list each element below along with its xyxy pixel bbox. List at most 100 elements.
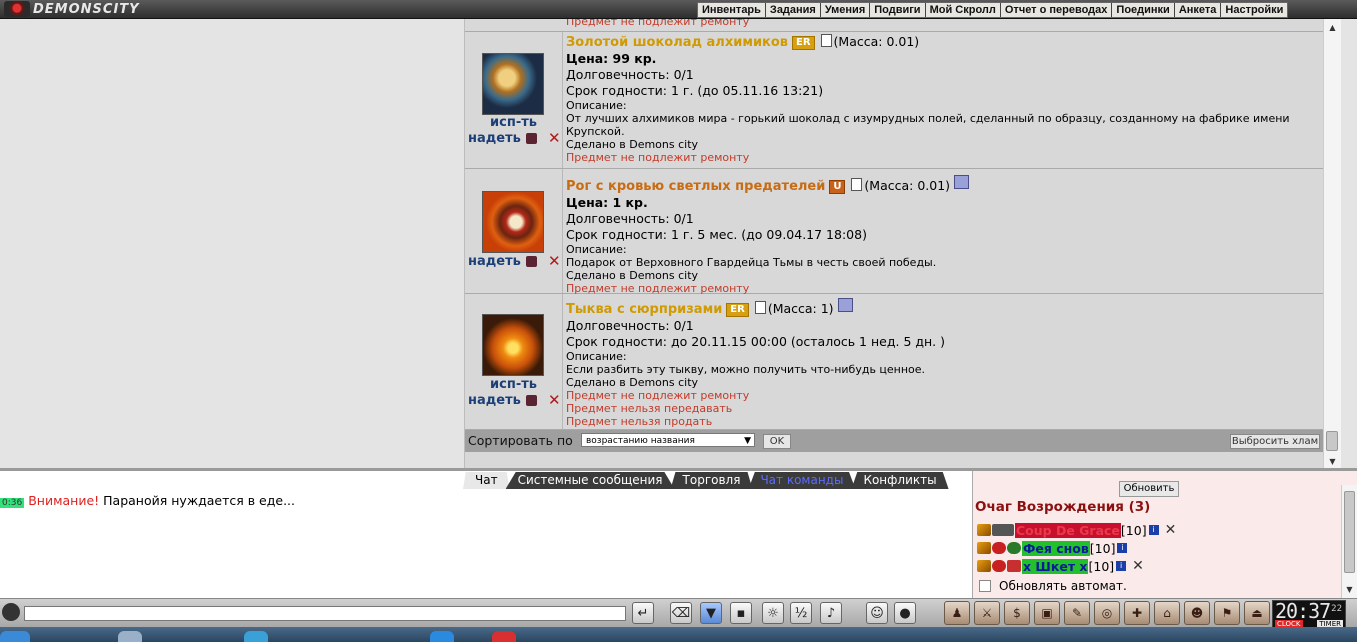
house-icon[interactable]: ⌂ bbox=[1154, 601, 1180, 625]
faction-icon bbox=[992, 560, 1006, 572]
player-level: [10] bbox=[1088, 558, 1115, 574]
delete-icon[interactable]: ✕ bbox=[548, 129, 561, 147]
taskbar-app-icon[interactable] bbox=[244, 631, 268, 642]
flag-icon[interactable]: ⚑ bbox=[1214, 601, 1240, 625]
menu-settings[interactable]: Настройки bbox=[1221, 3, 1287, 17]
exit-icon[interactable]: ⏏ bbox=[1244, 601, 1270, 625]
item-desc-label: Описание: bbox=[566, 350, 627, 363]
shirt-icon bbox=[526, 256, 537, 267]
shield-icon[interactable] bbox=[1007, 560, 1021, 572]
inventory-area: Предмет не подлежит ремонту исп-ть надет… bbox=[0, 19, 1341, 468]
crown-icon bbox=[977, 542, 991, 554]
filter-icon[interactable]: ▼ bbox=[700, 602, 722, 624]
top-bar: DEMONSCITY Инвентарь Задания Умения Подв… bbox=[0, 0, 1357, 19]
walk-icon[interactable]: ☼ bbox=[762, 602, 784, 624]
auto-refresh-option[interactable]: Обновлять автомат. bbox=[979, 579, 1127, 593]
logo-text: DEMONSCITY bbox=[33, 1, 140, 17]
menu-my-scroll[interactable]: Мой Скролл bbox=[926, 3, 1001, 17]
tab-conflicts[interactable]: Конфликты bbox=[851, 472, 949, 489]
close-icon[interactable]: ✕ bbox=[1132, 558, 1144, 574]
menu-inventory[interactable]: Инвентарь bbox=[698, 3, 766, 17]
scroll-down-icon[interactable]: ▼ bbox=[1324, 457, 1341, 466]
panel-scrollbar[interactable]: ▼ bbox=[1341, 485, 1357, 598]
menu-achievements[interactable]: Подвиги bbox=[870, 3, 926, 17]
player-name[interactable]: Фея снов bbox=[1022, 540, 1090, 556]
info-icon[interactable]: i bbox=[1117, 543, 1128, 553]
item-badge: U bbox=[829, 180, 846, 194]
item-name[interactable]: Тыква с сюрпризами bbox=[566, 302, 722, 317]
smiley-chat-icon[interactable] bbox=[2, 603, 20, 621]
bag-icon[interactable]: ♟ bbox=[944, 601, 970, 625]
menu-quests[interactable]: Задания bbox=[766, 3, 821, 17]
use-button[interactable]: исп-ть bbox=[465, 115, 562, 130]
money-bag-icon[interactable]: $ bbox=[1004, 601, 1030, 625]
item-image-pumpkin[interactable] bbox=[482, 314, 544, 376]
helmet-icon[interactable]: ● bbox=[894, 602, 916, 624]
throw-junk-button[interactable]: Выбросить хлам bbox=[1230, 434, 1320, 449]
document-icon[interactable] bbox=[754, 301, 766, 314]
sort-ok-button[interactable]: OK bbox=[763, 434, 791, 449]
taskbar-app-icon[interactable] bbox=[430, 631, 454, 642]
save-icon[interactable]: ▪ bbox=[730, 602, 752, 624]
player-name[interactable]: Coup De Grace bbox=[1015, 522, 1121, 538]
send-icon[interactable]: ↵ bbox=[632, 602, 654, 624]
use-button[interactable]: исп-ть bbox=[465, 377, 562, 392]
clan-icon[interactable] bbox=[1007, 542, 1021, 554]
item-mass: (Масса: 0.01) bbox=[833, 34, 920, 49]
chat-input[interactable] bbox=[24, 606, 626, 621]
message-time[interactable]: 0:36 bbox=[0, 498, 25, 508]
inventory-table: Предмет не подлежит ремонту исп-ть надет… bbox=[464, 19, 1324, 468]
delete-icon[interactable]: ✕ bbox=[548, 391, 561, 409]
scroll-icon[interactable]: ✎ bbox=[1064, 601, 1090, 625]
sound-icon[interactable]: ♪ bbox=[820, 602, 842, 624]
crown-icon bbox=[977, 524, 991, 536]
taskbar-app-icon[interactable] bbox=[118, 631, 142, 642]
scroll-down-icon[interactable]: ▼ bbox=[1342, 585, 1357, 594]
inventory-scrollbar[interactable]: ▲ ▼ bbox=[1323, 19, 1341, 468]
info-icon[interactable]: i bbox=[1148, 525, 1159, 535]
gift-icon bbox=[954, 175, 970, 189]
sort-select[interactable]: возрастанию названия ▼ bbox=[581, 433, 755, 447]
menu-skills[interactable]: Умения bbox=[821, 3, 871, 17]
wear-button[interactable]: надеть bbox=[468, 131, 521, 146]
gift-box-icon[interactable]: ✚ bbox=[1124, 601, 1150, 625]
chat-message: 0:36 Внимание! Паранойя нуждается в еде.… bbox=[0, 493, 295, 508]
taskbar-app-icon[interactable] bbox=[492, 631, 516, 642]
menu-transfer-report[interactable]: Отчет о переводах bbox=[1001, 3, 1113, 17]
item-image-chocolate[interactable] bbox=[482, 53, 544, 115]
document-icon[interactable] bbox=[820, 34, 832, 47]
info-icon[interactable]: i bbox=[1116, 561, 1127, 571]
item-durability: Долговечность: 0/1 bbox=[566, 67, 694, 82]
start-icon[interactable] bbox=[0, 631, 30, 642]
menu-profile[interactable]: Анкета bbox=[1175, 3, 1222, 17]
fraction-icon[interactable]: ½ bbox=[790, 602, 812, 624]
group-icon[interactable]: ☻ bbox=[1184, 601, 1210, 625]
tab-chat[interactable]: Чат bbox=[463, 472, 510, 489]
refresh-button[interactable]: Обновить bbox=[1119, 481, 1179, 497]
auto-refresh-checkbox[interactable] bbox=[979, 580, 991, 592]
tab-system-messages[interactable]: Системные сообщения bbox=[505, 472, 675, 489]
logo[interactable]: DEMONSCITY bbox=[4, 0, 140, 18]
chest-icon[interactable]: ▣ bbox=[1034, 601, 1060, 625]
sword-icon[interactable]: ⚔ bbox=[974, 601, 1000, 625]
smiley-icon[interactable]: ☺ bbox=[866, 602, 888, 624]
scroll-up-icon[interactable]: ▲ bbox=[1324, 23, 1341, 32]
wear-button[interactable]: надеть bbox=[468, 393, 521, 408]
item-desc-label: Описание: bbox=[566, 99, 627, 112]
document-icon[interactable] bbox=[851, 178, 863, 191]
item-image-horn[interactable] bbox=[482, 191, 544, 253]
close-icon[interactable]: ✕ bbox=[1165, 522, 1177, 538]
skull-logo-icon bbox=[4, 1, 30, 17]
delete-icon[interactable]: ✕ bbox=[548, 252, 561, 270]
tab-team-chat[interactable]: Чат команды bbox=[748, 472, 856, 489]
item-name[interactable]: Рог с кровью светлых предателей bbox=[566, 179, 825, 194]
player-name[interactable]: x Шкет x bbox=[1022, 558, 1089, 574]
item-mass: (Масса: 1) bbox=[767, 301, 834, 316]
wear-button[interactable]: надеть bbox=[468, 254, 521, 269]
item-name[interactable]: Золотой шоколад алхимиков bbox=[566, 35, 788, 50]
menu-fights[interactable]: Поединки bbox=[1112, 3, 1175, 17]
clan-icon[interactable] bbox=[992, 524, 1014, 536]
tab-trade[interactable]: Торговля bbox=[670, 472, 753, 489]
map-icon[interactable]: ◎ bbox=[1094, 601, 1120, 625]
eraser-icon[interactable]: ⌫ bbox=[670, 602, 692, 624]
